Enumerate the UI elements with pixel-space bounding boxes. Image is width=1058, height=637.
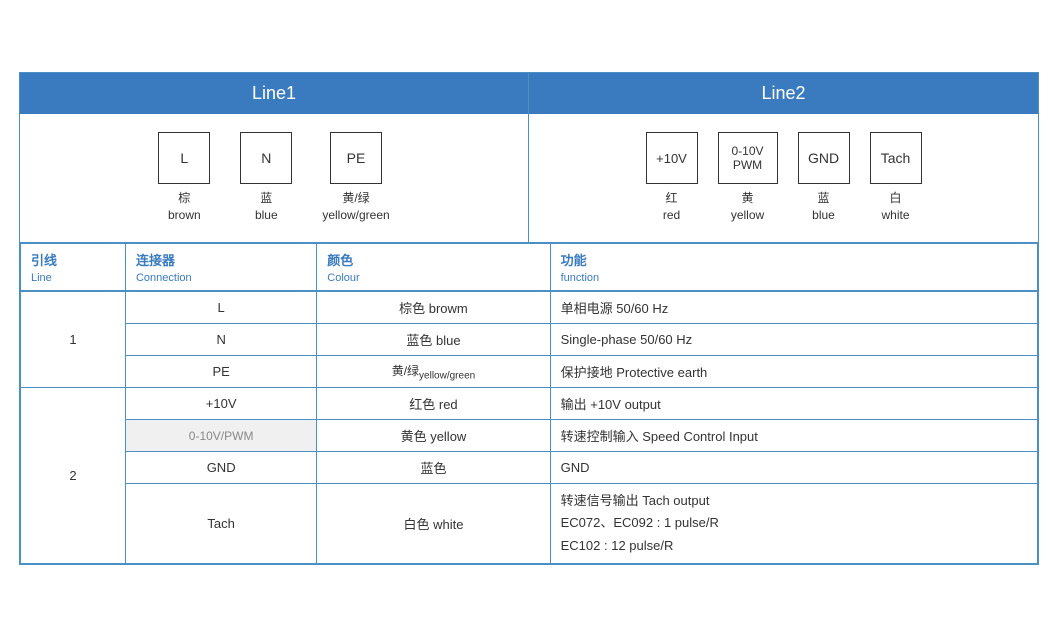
colour-cell-PWM: 黄色 yellow: [317, 420, 550, 452]
function-cell-N: Single-phase 50/60 Hz: [550, 323, 1037, 355]
connector-item-10V: +10V 红red: [646, 132, 698, 224]
connector-box-N: N: [240, 132, 292, 184]
line-cell-2: 2: [21, 388, 126, 563]
connector-box-10V: +10V: [646, 132, 698, 184]
header-line1: Line1: [20, 73, 529, 114]
connector-label-Tach: 白white: [881, 190, 909, 224]
colour-cell-PE: 黄/绿yellow/green: [317, 355, 550, 387]
col-header-colour-en: Colour: [327, 272, 359, 284]
conn-cell-PWM: 0-10V/PWM: [125, 420, 316, 452]
connector-label-N: 蓝blue: [255, 190, 278, 224]
col-header-function: 功能 function: [550, 243, 1037, 291]
main-container: Line1 Line2 L 棕brown N 蓝blue PE 黄/绿yello…: [19, 72, 1039, 564]
connector-label-PWM: 黄yellow: [731, 190, 764, 224]
col-header-line-zh: 引线: [31, 253, 57, 268]
header-row: Line1 Line2: [20, 73, 1038, 114]
connector-label-GND: 蓝blue: [812, 190, 835, 224]
conn-cell-N: N: [125, 323, 316, 355]
function-cell-PWM: 转速控制输入 Speed Control Input: [550, 420, 1037, 452]
conn-cell-10V: +10V: [125, 388, 316, 420]
function-cell-L: 单相电源 50/60 Hz: [550, 291, 1037, 324]
function-cell-Tach: 转速信号输出 Tach output EC072、EC092 : 1 pulse…: [550, 484, 1037, 563]
table-row-2-PWM: 0-10V/PWM 黄色 yellow 转速控制输入 Speed Control…: [21, 420, 1038, 452]
table-row-1-N: N 蓝色 blue Single-phase 50/60 Hz: [21, 323, 1038, 355]
diagram-line2: +10V 红red 0-10VPWM 黄yellow GND 蓝blue Tac…: [529, 114, 1038, 242]
col-header-colour: 颜色 Colour: [317, 243, 550, 291]
conn-cell-Tach: Tach: [125, 484, 316, 563]
line-cell-1: 1: [21, 291, 126, 388]
col-header-function-en: function: [561, 272, 600, 284]
table-header-row: 引线 Line 连接器 Connection 颜色 Colour 功能 func…: [21, 243, 1038, 291]
function-cell-10V: 输出 +10V output: [550, 388, 1037, 420]
connector-box-Tach: Tach: [870, 132, 922, 184]
connector-item-PE: PE 黄/绿yellow/green: [322, 132, 389, 224]
col-header-line-en: Line: [31, 272, 52, 284]
colour-cell-10V: 红色 red: [317, 388, 550, 420]
diagram-line1: L 棕brown N 蓝blue PE 黄/绿yellow/green: [20, 114, 529, 242]
col-header-line: 引线 Line: [21, 243, 126, 291]
col-header-connection: 连接器 Connection: [125, 243, 316, 291]
col-header-connection-en: Connection: [136, 272, 192, 284]
connector-item-GND: GND 蓝blue: [798, 132, 850, 224]
diagram-row: L 棕brown N 蓝blue PE 黄/绿yellow/green +10V…: [20, 114, 1038, 243]
colour-cell-Tach: 白色 white: [317, 484, 550, 563]
table-row-2-Tach: Tach 白色 white 转速信号输出 Tach output EC072、E…: [21, 484, 1038, 563]
connector-box-GND: GND: [798, 132, 850, 184]
table-row-1-PE: PE 黄/绿yellow/green 保护接地 Protective earth: [21, 355, 1038, 387]
connector-item-Tach: Tach 白white: [870, 132, 922, 224]
connector-label-L: 棕brown: [168, 190, 201, 224]
table-row-2-GND: GND 蓝色 GND: [21, 452, 1038, 484]
connector-box-PE: PE: [330, 132, 382, 184]
connector-label-PE: 黄/绿yellow/green: [322, 190, 389, 224]
colour-cell-N: 蓝色 blue: [317, 323, 550, 355]
col-header-colour-zh: 颜色: [327, 253, 353, 268]
conn-cell-PE: PE: [125, 355, 316, 387]
header-line2: Line2: [529, 73, 1038, 114]
table-row-2-10V: 2 +10V 红色 red 输出 +10V output: [21, 388, 1038, 420]
connector-item-L: L 棕brown: [158, 132, 210, 224]
table-row-1-L: 1 L 棕色 browm 单相电源 50/60 Hz: [21, 291, 1038, 324]
connector-item-N: N 蓝blue: [240, 132, 292, 224]
conn-cell-GND: GND: [125, 452, 316, 484]
function-cell-GND: GND: [550, 452, 1037, 484]
col-header-function-zh: 功能: [561, 253, 587, 268]
connector-item-PWM: 0-10VPWM 黄yellow: [718, 132, 778, 224]
colour-cell-L: 棕色 browm: [317, 291, 550, 324]
table-body: 1 L 棕色 browm 单相电源 50/60 Hz N 蓝色 blue Sin…: [21, 291, 1038, 563]
col-header-connection-zh: 连接器: [136, 253, 175, 268]
function-cell-PE: 保护接地 Protective earth: [550, 355, 1037, 387]
connector-label-10V: 红red: [663, 190, 680, 224]
conn-cell-L: L: [125, 291, 316, 324]
data-table: 引线 Line 连接器 Connection 颜色 Colour 功能 func…: [20, 243, 1038, 564]
connector-box-L: L: [158, 132, 210, 184]
colour-cell-GND: 蓝色: [317, 452, 550, 484]
connector-box-PWM: 0-10VPWM: [718, 132, 778, 184]
